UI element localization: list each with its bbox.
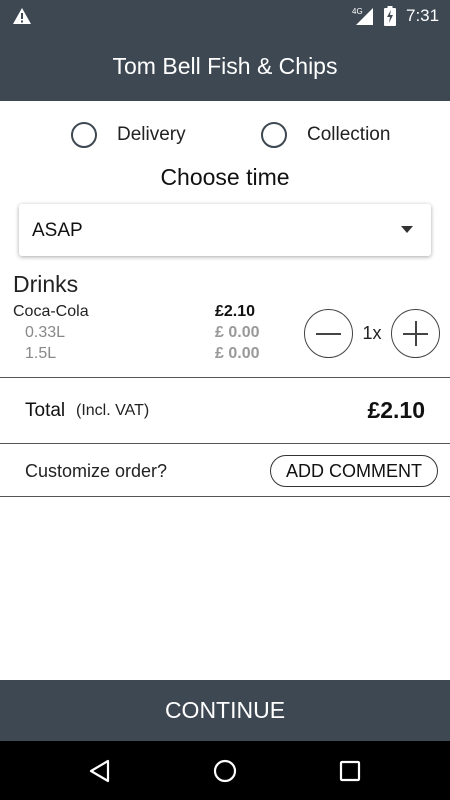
item-option-price: £ 0.00 [215, 324, 260, 341]
order-screen: 4G 7:31 Tom Bell Fish & Chips Delivery C… [0, 0, 450, 800]
section-title-drinks: Drinks [13, 271, 79, 297]
add-comment-button[interactable]: ADD COMMENT [270, 455, 438, 487]
time-dropdown-value[interactable]: ASAP [32, 220, 83, 242]
app-bar: Tom Bell Fish & Chips [0, 33, 450, 101]
app-title: Tom Bell Fish & Chips [112, 53, 338, 79]
delivery-radio-circle[interactable] [71, 122, 97, 148]
status-time: 7:31 [406, 6, 440, 25]
quantity-value: 1x [362, 323, 382, 343]
home-icon[interactable] [212, 758, 238, 784]
minus-icon [316, 333, 341, 335]
delivery-radio-label[interactable]: Delivery [117, 124, 186, 146]
total-value: £2.10 [367, 397, 425, 423]
customize-order-label: Customize order? [25, 461, 168, 481]
divider [0, 496, 450, 497]
plus-icon-vertical [415, 321, 417, 346]
increase-quantity-button[interactable] [391, 309, 440, 358]
divider [0, 443, 450, 444]
total-label: Total [25, 400, 66, 421]
dropdown-arrow-icon[interactable] [401, 226, 413, 233]
item-option-price: £ 0.00 [215, 345, 260, 362]
decrease-quantity-button[interactable] [304, 309, 353, 358]
divider [0, 377, 450, 378]
order-type-group: Delivery Collection [0, 118, 450, 152]
status-bar: 4G 7:31 [0, 0, 450, 33]
collection-radio[interactable]: Collection [261, 118, 390, 152]
item-option-name: 0.33L [25, 324, 66, 341]
continue-button[interactable]: CONTINUE [0, 680, 450, 741]
item-name: Coca-Cola [13, 303, 89, 320]
signal-icon: 4G [352, 7, 373, 25]
total-vat-note: (Incl. VAT) [76, 402, 150, 419]
time-dropdown[interactable]: ASAP [19, 204, 431, 256]
recent-apps-icon[interactable] [337, 758, 363, 784]
collection-radio-label[interactable]: Collection [307, 124, 390, 146]
item-option-name: 1.5L [25, 345, 57, 362]
collection-radio-circle[interactable] [261, 122, 287, 148]
network-type-label: 4G [352, 7, 363, 16]
battery-charging-icon [384, 6, 396, 26]
item-price: £2.10 [215, 303, 256, 320]
system-nav-bar [0, 741, 450, 800]
delivery-radio[interactable]: Delivery [71, 118, 186, 152]
back-icon[interactable] [87, 758, 113, 784]
warning-icon [13, 8, 31, 24]
choose-time-heading: Choose time [160, 164, 290, 190]
